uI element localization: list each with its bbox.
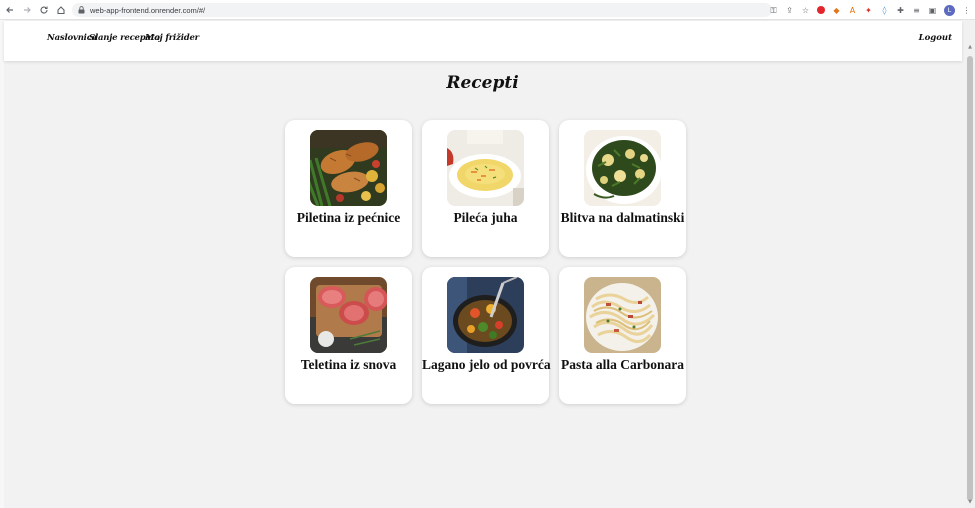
browser-toolbar: web-app-frontend.onrender.com/#/ ⚿ ⇪ ☆ ◆… [0,0,975,20]
recipe-image [447,277,524,353]
metamask-extension-icon[interactable]: ◆ [832,6,841,15]
drop-extension-icon[interactable]: ◊ [880,6,889,15]
side-panel-icon[interactable]: ▣ [928,6,937,15]
translate-extension-icon[interactable]: A [848,6,857,15]
recipe-image [584,277,661,353]
multicolor-extension-icon[interactable]: ✦ [864,6,873,15]
back-arrow-icon[interactable] [3,3,17,17]
nav-link-fridge[interactable]: Moj frižider [145,33,199,43]
address-bar[interactable]: web-app-frontend.onrender.com/#/ [72,3,772,17]
app-navbar: Naslovnica Slanje recepata Moj frižider … [4,21,962,61]
recipe-title: Teletina iz snova [300,357,397,372]
recipe-image [447,130,524,206]
opera-extension-icon[interactable] [817,6,825,14]
recipe-card[interactable]: Pileća juha [422,120,549,257]
browser-extensions: ⚿ ⇪ ☆ ◆ A ✦ ◊ ✚ ≡ ▣ L ⋮ [769,3,971,17]
page-title: Recepti [446,73,519,93]
recipe-card[interactable]: Piletina iz pećnice [285,120,412,257]
logout-link[interactable]: Logout [919,33,952,43]
profile-avatar[interactable]: L [944,4,955,16]
recipe-card[interactable]: Lagano jelo od povrća [422,267,551,404]
recipe-title: Lagano jelo od povrća [422,357,551,372]
recipe-grid: Piletina iz pećnice Pileća juha Blitva n… [285,120,687,404]
recipe-title: Blitva na dalmatinski [560,210,685,225]
puzzle-extensions-icon[interactable]: ✚ [896,6,905,15]
lock-icon [78,6,85,14]
home-icon[interactable] [54,3,68,17]
forward-arrow-icon[interactable] [20,3,34,17]
key-icon[interactable]: ⚿ [769,6,778,15]
recipe-card[interactable]: Blitva na dalmatinski [559,120,686,257]
share-icon[interactable]: ⇪ [785,6,794,15]
recipe-card[interactable]: Pasta alla Carbonara [559,267,686,404]
recipe-title: Pileća juha [453,210,518,225]
recipe-card[interactable]: Teletina iz snova [285,267,412,404]
reload-icon[interactable] [37,3,51,17]
recipe-title: Piletina iz pećnice [296,210,401,225]
vertical-scrollbar[interactable]: ▲ ▼ [965,20,975,508]
recipe-title: Pasta alla Carbonara [561,357,684,372]
scroll-down-arrow-icon[interactable]: ▼ [967,499,973,505]
recipe-image [584,130,661,206]
scroll-up-arrow-icon[interactable]: ▲ [967,44,973,50]
bookmark-star-icon[interactable]: ☆ [801,6,810,15]
kebab-menu-icon[interactable]: ⋮ [962,6,971,15]
scrollbar-thumb[interactable] [967,56,973,501]
recipe-image [310,130,387,206]
recipe-image [310,277,387,353]
url-text: web-app-frontend.onrender.com/#/ [90,5,206,15]
reading-list-icon[interactable]: ≡ [912,6,921,15]
